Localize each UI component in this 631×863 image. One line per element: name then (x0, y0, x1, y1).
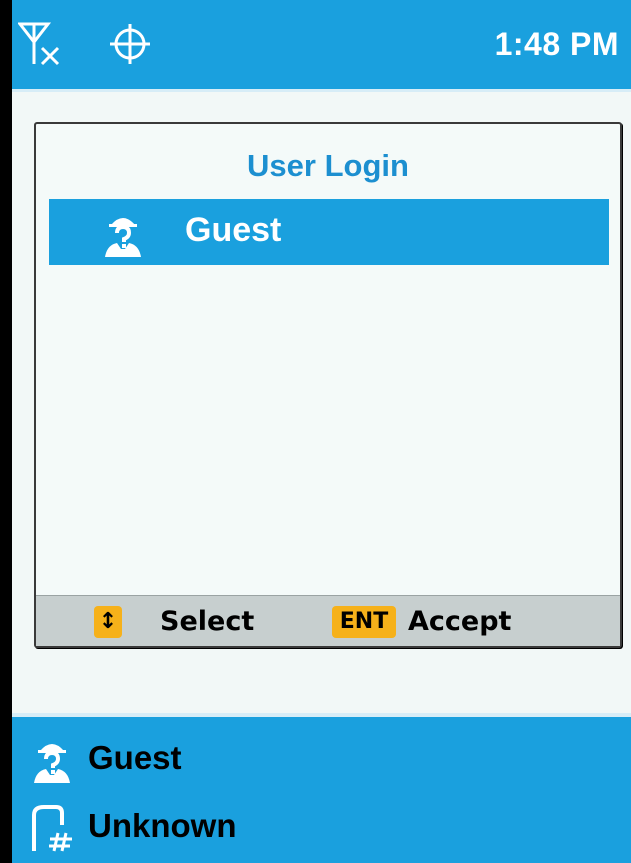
select-hint-label: Select (160, 606, 255, 637)
user-login-dialog: User Login Guest ↕ Select ENT Accept (34, 122, 622, 648)
phone-number-label: Unknown (88, 807, 237, 844)
no-signal-antenna-icon (16, 20, 68, 73)
clock-time: 1:48 PM (494, 26, 619, 62)
guest-user-icon (101, 209, 145, 262)
list-item-guest[interactable]: Guest (49, 199, 609, 265)
accept-hint-label: Accept (408, 606, 512, 637)
enter-key-badge[interactable]: ENT (332, 606, 396, 638)
bottom-info-panel: Guest Unknown (12, 713, 631, 863)
device-screen: 1:48 PM User Login Guest ↕ Select ENT Ac… (12, 0, 631, 863)
up-down-arrows-icon[interactable]: ↕ (94, 606, 122, 638)
guest-user-icon (30, 735, 74, 788)
gps-crosshair-icon (107, 20, 153, 73)
current-user-label: Guest (88, 739, 182, 776)
status-bar: 1:48 PM (12, 0, 631, 92)
dialog-softkey-bar: ↕ Select ENT Accept (36, 595, 620, 646)
dialog-title: User Login (247, 148, 409, 183)
list-item-label: Guest (185, 211, 282, 249)
phone-number-icon (30, 803, 74, 858)
